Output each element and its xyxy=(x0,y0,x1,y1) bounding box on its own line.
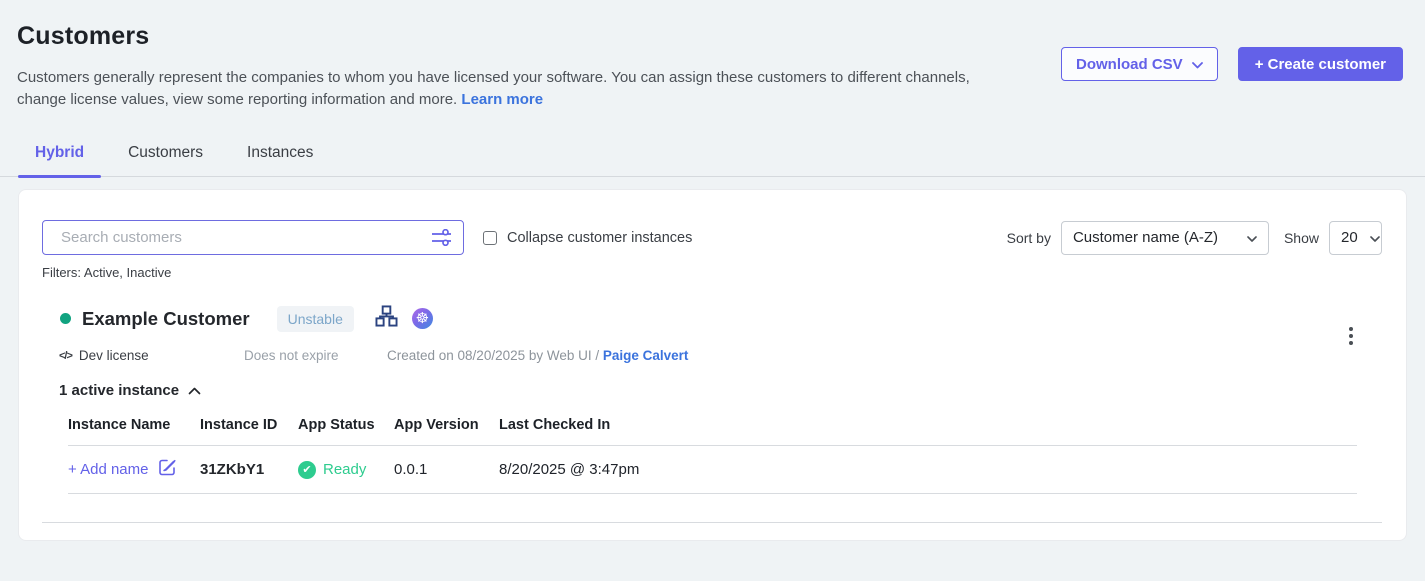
show-label: Show xyxy=(1284,230,1319,246)
add-name-link[interactable]: + Add name xyxy=(68,458,177,481)
create-customer-button[interactable]: + Create customer xyxy=(1238,47,1403,81)
customers-panel: Collapse customer instances Sort by Cust… xyxy=(18,189,1407,541)
show-select[interactable]: 20 xyxy=(1329,221,1382,255)
tab-bar: Hybrid Customers Instances xyxy=(0,144,1425,177)
customer-row: Example Customer Unstable ☸ xyxy=(42,305,1382,523)
code-icon: </> xyxy=(59,350,72,362)
page-title: Customers xyxy=(17,22,979,51)
tab-hybrid[interactable]: Hybrid xyxy=(18,144,101,176)
show-select-value: 20 xyxy=(1341,229,1358,246)
app-version-value: 0.0.1 xyxy=(394,461,499,478)
toolbar-right: Sort by Customer name (A-Z) Show 20 xyxy=(1007,221,1382,255)
license-row: </> Dev license Does not expire Created … xyxy=(42,348,1382,363)
header-actions: Download CSV + Create customer xyxy=(1061,22,1403,111)
license-expiry: Does not expire xyxy=(244,348,387,363)
sort-by-label: Sort by xyxy=(1007,230,1051,246)
header-last-checked-in: Last Checked In xyxy=(499,417,1357,433)
instances-table: Instance Name Instance ID App Status App… xyxy=(68,417,1357,494)
sitemap-icon xyxy=(375,305,398,332)
page-header: Customers Customers generally represent … xyxy=(0,0,1425,111)
last-checked-in-value: 8/20/2025 @ 3:47pm xyxy=(499,461,1357,478)
header-app-version: App Version xyxy=(394,417,499,433)
chevron-down-icon xyxy=(1247,229,1257,246)
tab-customers[interactable]: Customers xyxy=(111,144,220,176)
check-circle-icon: ✔ xyxy=(298,461,316,479)
tab-instances[interactable]: Instances xyxy=(230,144,330,176)
search-input[interactable] xyxy=(42,220,464,255)
learn-more-link[interactable]: Learn more xyxy=(461,91,543,108)
instances-toggle[interactable]: 1 active instance xyxy=(42,382,201,399)
active-status-dot xyxy=(60,313,71,324)
active-filters-text: Filters: Active, Inactive xyxy=(42,265,1382,280)
collapse-instances-checkbox[interactable]: Collapse customer instances xyxy=(483,230,692,246)
checkbox-icon[interactable] xyxy=(483,231,497,245)
instances-table-header: Instance Name Instance ID App Status App… xyxy=(68,417,1357,446)
edit-icon[interactable] xyxy=(158,458,177,481)
customer-header: Example Customer Unstable ☸ xyxy=(42,305,1382,332)
kubernetes-icon: ☸ xyxy=(412,308,433,329)
download-csv-button[interactable]: Download CSV xyxy=(1061,47,1218,81)
customer-row-divider xyxy=(42,522,1382,523)
app-status-value: ✔ Ready xyxy=(298,461,366,479)
chevron-up-icon xyxy=(188,382,201,399)
instance-id-value: 31ZKbY1 xyxy=(200,461,298,478)
customer-name[interactable]: Example Customer xyxy=(82,308,250,330)
license-type-label: Dev license xyxy=(79,348,149,363)
page-description: Customers generally represent the compan… xyxy=(17,67,979,111)
header-instance-id: Instance ID xyxy=(200,417,298,433)
kebab-menu-icon[interactable] xyxy=(1346,324,1356,348)
created-text: Created on 08/20/2025 by Web UI / xyxy=(387,348,603,363)
sort-select[interactable]: Customer name (A-Z) xyxy=(1061,221,1269,255)
collapse-instances-label: Collapse customer instances xyxy=(507,230,692,246)
download-csv-label: Download CSV xyxy=(1076,56,1183,73)
header-app-status: App Status xyxy=(298,417,394,433)
search-wrap xyxy=(42,220,464,255)
created-by-link[interactable]: Paige Calvert xyxy=(603,348,689,363)
sort-select-value: Customer name (A-Z) xyxy=(1073,229,1218,246)
instances-summary: 1 active instance xyxy=(59,382,179,399)
instance-table-row: + Add name 31ZKbY1 ✔ xyxy=(68,446,1357,494)
customers-page: Customers Customers generally represent … xyxy=(0,0,1425,581)
header-instance-name: Instance Name xyxy=(68,417,200,433)
channel-badge: Unstable xyxy=(277,306,354,332)
filter-sliders-icon[interactable] xyxy=(431,229,452,251)
created-info: Created on 08/20/2025 by Web UI / Paige … xyxy=(387,348,688,363)
chevron-down-icon xyxy=(1370,229,1380,246)
chevron-down-icon xyxy=(1192,56,1203,73)
add-name-label: + Add name xyxy=(68,461,148,478)
toolbar: Collapse customer instances Sort by Cust… xyxy=(42,220,1382,255)
